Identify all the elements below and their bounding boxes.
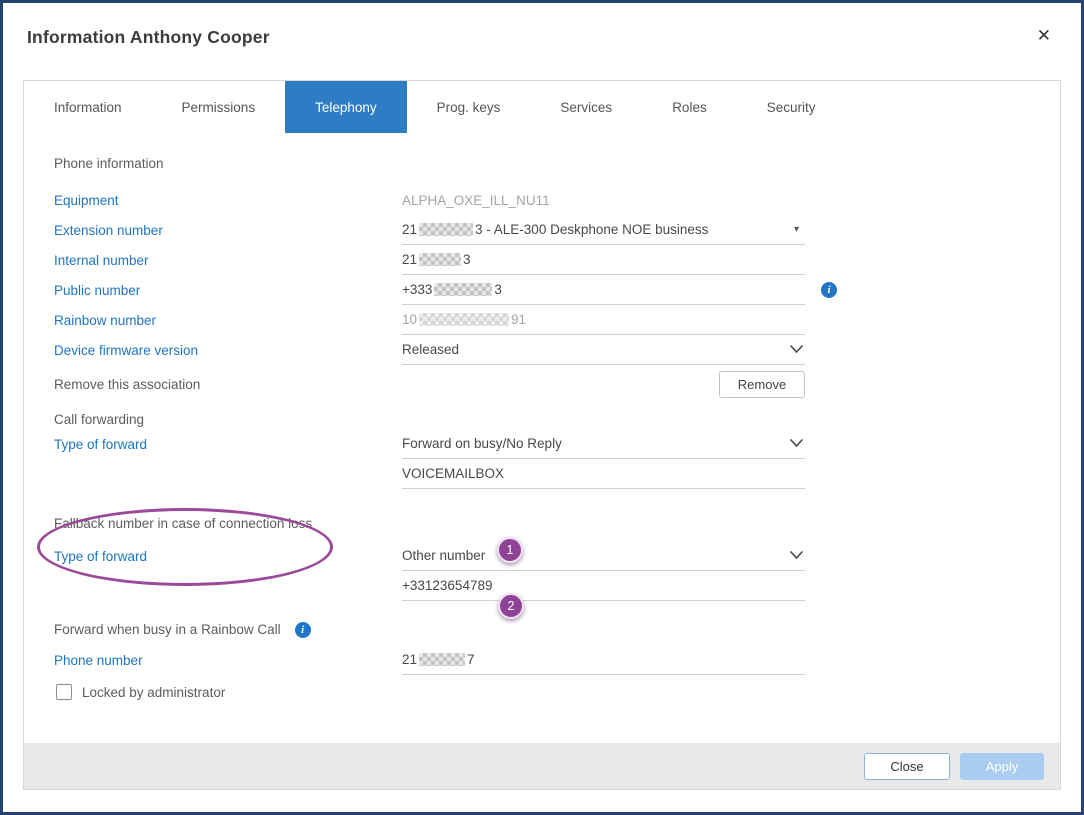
dialog-footer: Close Apply	[24, 743, 1060, 789]
apply-button[interactable]: Apply	[960, 753, 1044, 780]
dialog-title: Information Anthony Cooper	[27, 27, 1055, 48]
fallback-type-of-forward-select[interactable]: Other number	[402, 541, 805, 571]
tab-services[interactable]: Services	[530, 81, 642, 133]
equipment-label: Equipment	[54, 193, 402, 208]
field-row-remove-association: Remove this association Remove	[54, 369, 1030, 399]
section-call-forwarding: Call forwarding	[54, 411, 1030, 429]
extension-number-select[interactable]: 21 3 - ALE-300 Deskphone NOE business ▾	[402, 215, 805, 245]
field-row-device-firmware: Device firmware version Released	[54, 335, 1030, 365]
dialog-header: Information Anthony Cooper ✕	[3, 3, 1081, 80]
rainbow-busy-forward-title: Forward when busy in a Rainbow Call	[54, 621, 281, 639]
field-row-fallback-type-of-forward: Type of forward Other number	[54, 541, 1030, 571]
forward-target-value: VOICEMAILBOX	[402, 466, 504, 481]
rainbow-number-value: 10 91	[402, 305, 805, 335]
section-phone-information: Phone information	[54, 155, 1030, 173]
fallback-section: 1 2 Fallback number in case of connectio…	[54, 515, 1030, 601]
section-fallback: Fallback number in case of connection lo…	[54, 515, 1030, 533]
device-firmware-label: Device firmware version	[54, 343, 402, 358]
telephony-tab-content: Phone information Equipment ALPHA_OXE_IL…	[24, 133, 1060, 743]
equipment-value: ALPHA_OXE_ILL_NU11	[402, 185, 805, 215]
field-row-type-of-forward: Type of forward Forward on busy/No Reply	[54, 429, 1030, 459]
tab-security[interactable]: Security	[737, 81, 846, 133]
rainbow-phone-number-label: Phone number	[54, 653, 402, 668]
device-firmware-value: Released	[402, 342, 459, 357]
tab-telephony[interactable]: Telephony	[285, 81, 407, 133]
redacted-text	[419, 653, 465, 666]
field-row-extension-number: Extension number 21 3 - ALE-300 Deskphone…	[54, 215, 1030, 245]
info-icon[interactable]	[295, 622, 311, 638]
chevron-down-icon[interactable]	[790, 439, 803, 448]
tab-prog-keys[interactable]: Prog. keys	[407, 81, 531, 133]
close-button[interactable]: Close	[864, 753, 950, 780]
redacted-text	[419, 313, 509, 326]
locked-by-administrator-row: Locked by administrator	[54, 681, 1030, 703]
remove-button[interactable]: Remove	[719, 371, 805, 398]
section-rainbow-busy-forward: Forward when busy in a Rainbow Call	[54, 621, 1030, 639]
rainbow-number-suffix: 91	[511, 312, 526, 327]
extension-number-label: Extension number	[54, 223, 402, 238]
fallback-number-input[interactable]: +33123654789	[402, 571, 805, 601]
fallback-number-value: +33123654789	[402, 578, 492, 593]
tab-permissions[interactable]: Permissions	[152, 81, 286, 133]
redacted-text	[419, 253, 461, 266]
fallback-type-of-forward-value: Other number	[402, 548, 485, 563]
type-of-forward-value: Forward on busy/No Reply	[402, 436, 562, 451]
public-number-suffix: 3	[494, 282, 502, 297]
internal-number-input[interactable]: 21 3	[402, 245, 805, 275]
remove-association-label: Remove this association	[54, 377, 402, 392]
field-row-public-number: Public number +333 3	[54, 275, 1030, 305]
internal-number-suffix: 3	[463, 252, 471, 267]
device-firmware-select[interactable]: Released	[402, 335, 805, 365]
rainbow-number-label: Rainbow number	[54, 313, 402, 328]
field-row-forward-target: VOICEMAILBOX	[54, 459, 1030, 489]
chevron-down-icon[interactable]	[790, 345, 803, 354]
field-row-internal-number: Internal number 21 3	[54, 245, 1030, 275]
tab-information[interactable]: Information	[24, 81, 152, 133]
forward-target-input[interactable]: VOICEMAILBOX	[402, 459, 805, 489]
rainbow-phone-suffix: 7	[467, 652, 475, 667]
rainbow-phone-prefix: 21	[402, 652, 417, 667]
redacted-text	[434, 283, 492, 296]
tab-roles[interactable]: Roles	[642, 81, 737, 133]
rainbow-phone-number-input[interactable]: 21 7	[402, 645, 805, 675]
screenshot-root: { "dialog": { "title": "Information Anth…	[0, 0, 1084, 815]
internal-number-prefix: 21	[402, 252, 417, 267]
rainbow-number-prefix: 10	[402, 312, 417, 327]
fallback-type-of-forward-label: Type of forward	[54, 549, 402, 564]
locked-by-administrator-label: Locked by administrator	[82, 685, 225, 700]
tab-bar: Information Permissions Telephony Prog. …	[24, 81, 1060, 133]
locked-by-administrator-checkbox[interactable]	[56, 684, 72, 700]
type-of-forward-label: Type of forward	[54, 437, 402, 452]
extension-number-prefix: 21	[402, 222, 417, 237]
info-icon[interactable]	[821, 282, 837, 298]
field-row-equipment: Equipment ALPHA_OXE_ILL_NU11	[54, 185, 1030, 215]
public-number-prefix: +333	[402, 282, 432, 297]
public-number-label: Public number	[54, 283, 402, 298]
field-row-rainbow-number: Rainbow number 10 91	[54, 305, 1030, 335]
dropdown-arrow-icon[interactable]: ▾	[794, 224, 799, 235]
remove-association-cell: Remove	[402, 369, 805, 399]
chevron-down-icon[interactable]	[790, 551, 803, 560]
close-icon[interactable]: ✕	[1037, 27, 1051, 44]
redacted-text	[419, 223, 473, 236]
extension-number-suffix: 3 - ALE-300 Deskphone NOE business	[475, 222, 708, 237]
field-row-rainbow-phone-number: Phone number 21 7	[54, 645, 1030, 675]
field-row-fallback-number: +33123654789	[54, 571, 1030, 601]
internal-number-label: Internal number	[54, 253, 402, 268]
type-of-forward-select[interactable]: Forward on busy/No Reply	[402, 429, 805, 459]
public-number-input[interactable]: +333 3	[402, 275, 805, 305]
dialog-body: Information Permissions Telephony Prog. …	[23, 80, 1061, 790]
